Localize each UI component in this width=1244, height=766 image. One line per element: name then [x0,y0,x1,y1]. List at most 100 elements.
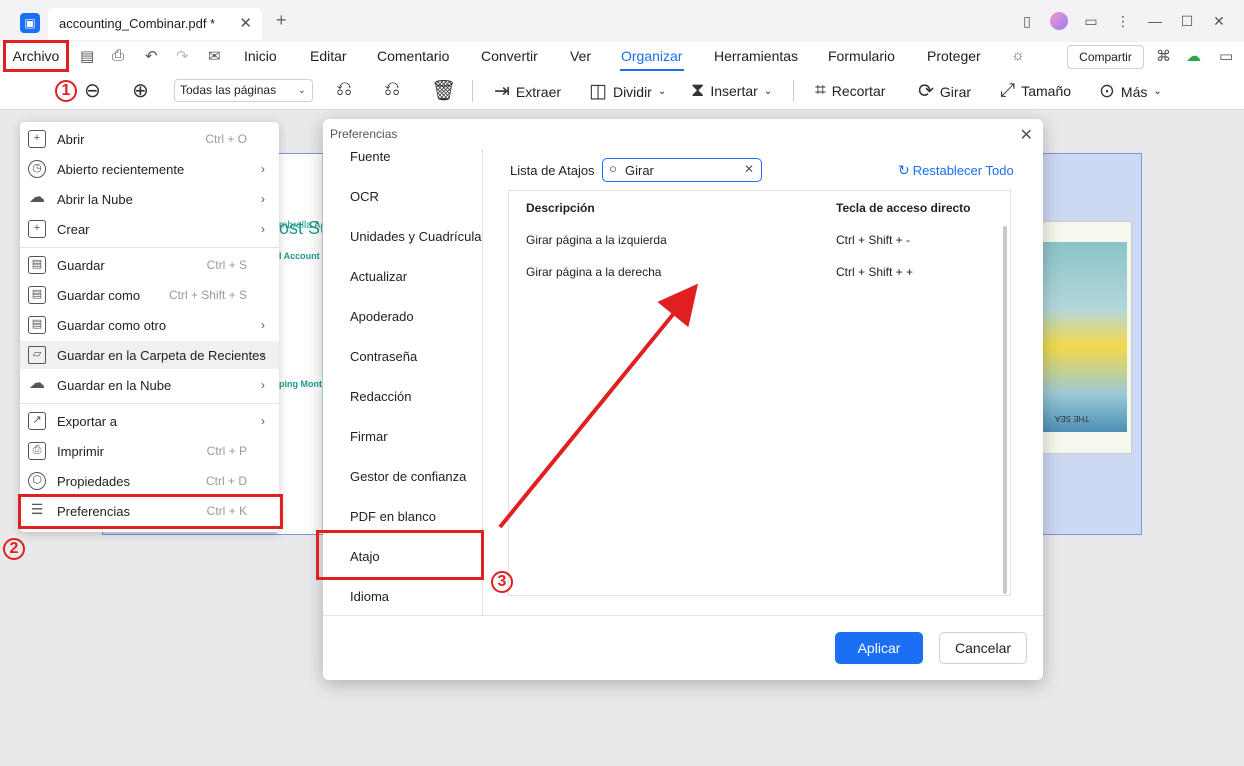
trash-icon[interactable]: 🗑 [431,78,456,103]
table-scrollbar[interactable] [1003,226,1007,594]
menu-item-guardar-como[interactable]: ▤ Guardar como Ctrl + Shift + S [20,281,279,309]
network-icon[interactable]: ⌘ [1156,47,1171,65]
panel-icon[interactable]: ▭ [1219,47,1233,65]
chevron-right-icon: › [261,318,265,332]
close-icon[interactable]: ✕ [1020,125,1033,145]
table-row-description[interactable]: Girar página a la derecha [526,265,661,279]
menu-inicio[interactable]: Inicio [244,48,277,64]
zoom-in-icon[interactable]: ⊕ [132,78,149,103]
avatar[interactable] [1048,10,1070,32]
print-icon: ⎙ [28,442,46,460]
app-logo-icon[interactable]: ▣ [20,13,40,33]
image-caption: THE SEA [1055,414,1090,423]
sidebar-item-contrasena[interactable]: Contraseña [350,349,417,364]
zoom-out-icon[interactable]: ⊖ [84,78,101,103]
crop-label: Recortar [831,83,886,99]
menu-item-guardar-como-otro[interactable]: ▤ Guardar como otro › [20,311,279,339]
minimize-icon[interactable]: — [1144,10,1166,32]
shortcut-search-input[interactable]: ○ Girar ✕ [602,158,762,182]
menu-ver[interactable]: Ver [570,48,591,64]
document-page-preview[interactable]: mbrella Acc ost Su l Account ping Month [277,154,322,534]
sidebar-item-fuente[interactable]: Fuente [350,149,390,164]
menu-convertir[interactable]: Convertir [481,48,538,64]
lightbulb-icon[interactable]: ☼ [1011,47,1025,64]
menu-item-abrir[interactable]: + Abrir Ctrl + O [20,125,279,153]
menu-item-label: Guardar como otro [57,317,167,333]
undo-icon[interactable]: ↶ [145,47,158,65]
sidebar-item-ocr[interactable]: OCR [350,189,379,204]
archivo-menu-button[interactable]: Archivo [3,40,69,72]
page-range-value: Todas las páginas [180,83,277,97]
insert-button[interactable]: ⧗ Insertar ⌄ [691,80,772,102]
table-row-shortcut[interactable]: Ctrl + Shift + + [836,265,913,279]
extract-icon: ⇥ [494,81,510,102]
menu-item-crear[interactable]: + Crear › [20,215,279,243]
menu-item-imprimir[interactable]: ⎙ Imprimir Ctrl + P [20,437,279,465]
preferences-dialog: Preferencias ✕ Fuente OCR Unidades y Cua… [323,119,1043,680]
mail-icon[interactable]: ✉ [208,47,221,65]
menu-formulario[interactable]: Formulario [828,48,895,64]
sidebar-item-gestor-confianza[interactable]: Gestor de confianza [350,469,466,484]
menu-item-abrir-nube[interactable]: ☁ Abrir la Nube › [20,185,279,213]
search-icon: ○ [609,161,617,176]
cloud-upload-icon: ☁ [29,375,45,392]
sidebar-item-actualizar[interactable]: Actualizar [350,269,407,284]
menu-item-label: Imprimir [57,443,104,459]
close-window-icon[interactable]: ✕ [1208,10,1230,32]
menu-item-propiedades[interactable]: ⬡ Propiedades Ctrl + D [20,467,279,495]
menu-comentario[interactable]: Comentario [377,48,449,64]
menu-item-shortcut: Ctrl + S [206,258,247,272]
size-button[interactable]: ⤢ Tamaño [1000,80,1071,102]
menu-item-guardar[interactable]: ▤ Guardar Ctrl + S [20,251,279,279]
menu-item-guardar-carpeta-recientes[interactable]: ▱ Guardar en la Carpeta de Recientes › [20,341,279,369]
image-page-preview[interactable]: THE SEA [1028,221,1132,454]
chevron-right-icon: › [261,378,265,392]
menu-item-label: Crear [57,221,90,237]
rotate-label: Girar [939,83,972,100]
document-tab[interactable]: accounting_Combinar.pdf * ✕ [48,8,262,40]
cloud-sync-icon[interactable]: ☁ [1186,47,1201,65]
menu-item-exportar[interactable]: ↗ Exportar a › [20,407,279,435]
rotate-button[interactable]: ⟳ Girar [918,80,971,103]
sidebar-item-unidades[interactable]: Unidades y Cuadrícula [350,229,482,244]
close-tab-icon[interactable]: ✕ [239,14,252,32]
menu-item-label: Abrir la Nube [57,191,133,207]
sidebar-item-redaccion[interactable]: Redacción [350,389,411,404]
extract-button[interactable]: ⇥ Extraer [494,80,561,103]
sidebar-item-pdf-blanco[interactable]: PDF en blanco [350,509,436,524]
sidebar-item-idioma[interactable]: Idioma [350,589,389,604]
print-icon[interactable]: ⎙ [112,47,124,64]
menu-editar[interactable]: Editar [310,48,347,64]
apply-button[interactable]: Aplicar [835,632,923,664]
rotate-left-page-icon[interactable]: ⎌ [336,78,352,101]
menu-item-label: Abierto recientemente [57,161,185,177]
page-range-select[interactable]: Todas las páginas ⌄ [174,79,313,102]
new-tab-button[interactable]: + [276,10,287,31]
table-row-shortcut[interactable]: Ctrl + Shift + - [836,233,910,247]
more-vertical-icon[interactable]: ⋮ [1112,10,1134,32]
cloud-icon: ☁ [29,189,45,206]
share-button[interactable]: Compartir [1067,45,1144,69]
crop-button[interactable]: ⌗ Recortar [815,80,885,102]
rotate-right-page-icon[interactable]: ⎌ [384,78,400,101]
menu-herramientas[interactable]: Herramientas [714,48,798,64]
menu-organizar[interactable]: Organizar [621,48,682,64]
save-icon[interactable]: ▤ [80,47,94,65]
more-button[interactable]: ⊙ Más ⌄ [1099,80,1162,103]
split-button[interactable]: ◫ Dividir ⌄ [589,80,666,103]
menu-item-abierto-recientemente[interactable]: ◷ Abierto recientemente › [20,155,279,183]
message-icon[interactable]: ▭ [1080,10,1102,32]
sidebar-item-apoderado[interactable]: Apoderado [350,309,414,324]
plus-icon: + [28,130,46,148]
step-marker-2: 2 [3,538,25,560]
cancel-button[interactable]: Cancelar [939,632,1027,664]
menu-proteger[interactable]: Proteger [927,48,981,64]
menu-item-guardar-nube[interactable]: ☁ Guardar en la Nube › [20,371,279,399]
clear-search-icon[interactable]: ✕ [744,162,754,176]
redo-icon[interactable]: ↷ [176,47,189,65]
maximize-icon[interactable]: ☐ [1176,10,1198,32]
sidebar-item-firmar[interactable]: Firmar [350,429,388,444]
reset-all-link[interactable]: ↻ Restablecer Todo [898,162,1014,179]
mobile-icon[interactable]: ▯ [1016,10,1038,32]
table-row-description[interactable]: Girar página a la izquierda [526,233,667,247]
